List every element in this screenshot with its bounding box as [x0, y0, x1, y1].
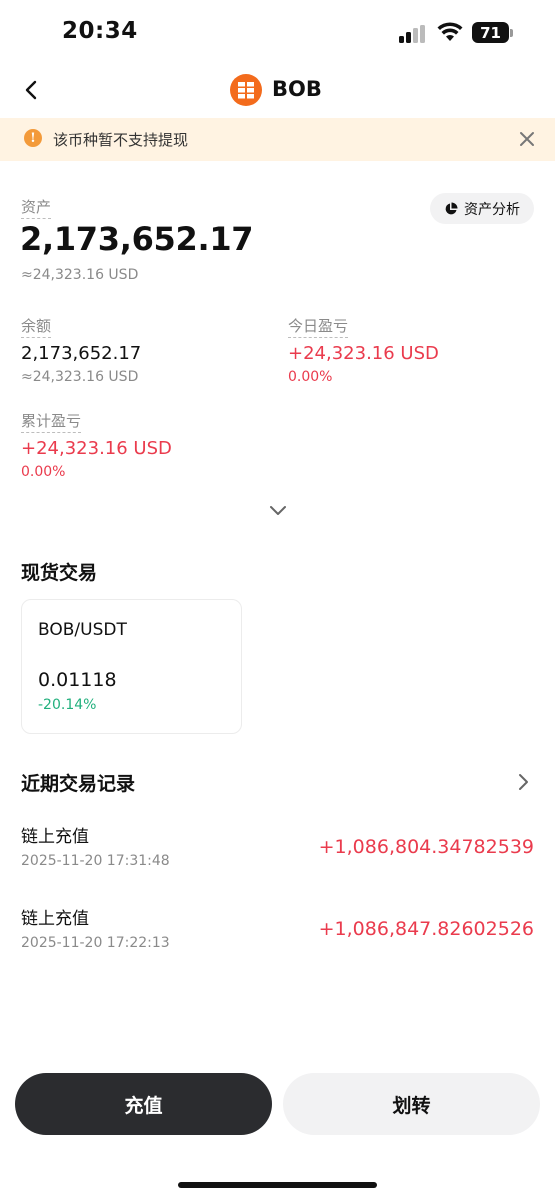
spot-pair-change: -20.14%: [38, 697, 97, 713]
records-section-title: 近期交易记录: [21, 773, 136, 795]
battery-indicator: 71: [472, 22, 509, 43]
total-pnl-pct: 0.00%: [21, 464, 66, 480]
cellular-signal-icon: [399, 25, 427, 43]
home-indicator: [178, 1182, 377, 1188]
wifi-icon: [437, 22, 463, 46]
assets-total: 2,173,652.17: [20, 220, 254, 258]
deposit-button[interactable]: 充值: [15, 1073, 272, 1135]
record-amount: +1,086,804.34782539: [318, 836, 534, 858]
back-button[interactable]: [20, 78, 42, 106]
chevron-down-icon: [270, 506, 286, 515]
balance-label: 余额: [21, 315, 52, 338]
balance-value: 2,173,652.17: [21, 343, 142, 364]
assets-label: 资产: [21, 196, 52, 219]
pie-chart-icon: [445, 202, 458, 214]
balance-usd: ≈24,323.16 USD: [21, 369, 139, 385]
page-title: BOB: [272, 77, 322, 101]
asset-analysis-button[interactable]: 资产分析: [430, 193, 534, 224]
today-pnl-label: 今日盈亏: [288, 315, 349, 338]
spot-pair-name: BOB/USDT: [38, 620, 127, 640]
coin-logo-icon: [230, 74, 262, 106]
record-type: 链上充值: [21, 909, 89, 929]
notice-text: 该币种暂不支持提现: [53, 131, 189, 149]
info-icon: !: [24, 129, 42, 147]
chevron-right-icon: [519, 774, 528, 790]
total-pnl-label: 累计盈亏: [21, 410, 82, 433]
record-time: 2025-11-20 17:31:48: [21, 853, 170, 869]
record-amount: +1,086,847.82602526: [318, 918, 534, 940]
battery-tip: [510, 29, 513, 37]
close-notice-button[interactable]: [519, 131, 535, 151]
transfer-button[interactable]: 划转: [283, 1073, 540, 1135]
asset-analysis-label: 资产分析: [464, 201, 520, 218]
status-time: 20:34: [62, 18, 138, 44]
record-time: 2025-11-20 17:22:13: [21, 935, 170, 951]
record-type: 链上充值: [21, 827, 89, 847]
chevron-left-icon: [25, 80, 37, 100]
expand-button[interactable]: [268, 502, 288, 522]
total-pnl-value: +24,323.16 USD: [21, 438, 172, 459]
today-pnl-value: +24,323.16 USD: [288, 343, 439, 364]
records-more-button[interactable]: [515, 772, 531, 796]
today-pnl-pct: 0.00%: [288, 369, 333, 385]
close-icon: [520, 132, 534, 146]
assets-total-usd: ≈24,323.16 USD: [21, 267, 139, 283]
spot-section-title: 现货交易: [21, 562, 98, 584]
spot-pair-price: 0.01118: [38, 669, 117, 691]
